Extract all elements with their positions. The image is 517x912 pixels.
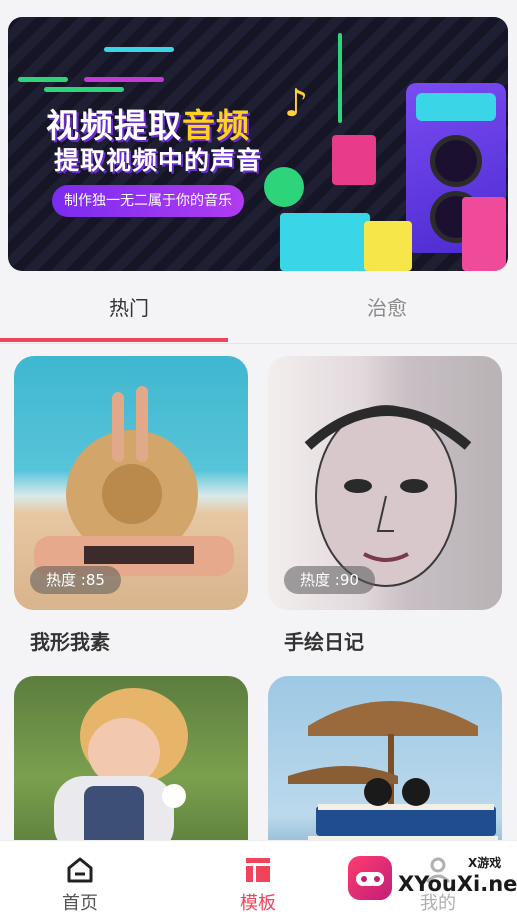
- nav-template[interactable]: 模板: [198, 841, 318, 912]
- watermark-text: XYouXi.net: [398, 872, 517, 896]
- banner-title-highlight: 音频: [182, 106, 250, 145]
- template-thumbnail-beach[interactable]: 热度 :85: [14, 356, 248, 610]
- turntable-illustration: [280, 213, 370, 271]
- home-icon: [67, 857, 93, 883]
- cube-illustration: [364, 221, 412, 271]
- nav-home[interactable]: 首页: [20, 841, 140, 912]
- guitar-illustration: [462, 197, 506, 271]
- play-panel-icon: [416, 93, 496, 121]
- neon-line-decoration: [338, 33, 342, 123]
- gamepad-logo-icon: [348, 856, 392, 900]
- promo-banner[interactable]: 视频提取音频 提取视频中的声音 制作独一无二属于你的音乐 ♪: [8, 17, 508, 271]
- music-note-icon: ♪: [284, 81, 309, 125]
- banner-area: 视频提取音频 提取视频中的声音 制作独一无二属于你的音乐 ♪: [0, 0, 517, 282]
- template-thumbnail-sketch[interactable]: 热度 :90: [268, 356, 502, 610]
- neon-line-decoration: [104, 47, 174, 52]
- neon-line-decoration: [84, 77, 164, 82]
- neon-line-decoration: [44, 87, 124, 92]
- speaker-woofer-icon: [430, 135, 482, 187]
- banner-subtitle: 提取视频中的声音: [54, 146, 263, 175]
- site-watermark: X游戏 XYouXi.net: [348, 852, 517, 904]
- active-tab-indicator: [0, 338, 228, 342]
- tab-heal[interactable]: 治愈: [258, 282, 516, 344]
- template-card[interactable]: 热度 :85 我形我素: [14, 356, 248, 654]
- template-title: 我形我素: [30, 630, 110, 654]
- heat-badge: 热度 :85: [30, 566, 121, 594]
- heat-badge: 热度 :90: [284, 566, 375, 594]
- cube-illustration: [332, 135, 376, 185]
- nav-home-label: 首页: [62, 893, 98, 912]
- template-grid: 热度 :85 我形我素 热度 :90 手绘日记: [0, 344, 517, 912]
- category-tabs: 热门 治愈: [0, 282, 517, 344]
- banner-slogan-pill: 制作独一无二属于你的音乐: [52, 185, 244, 217]
- nav-template-label: 模板: [240, 893, 276, 912]
- disc-illustration: [264, 167, 304, 207]
- template-icon: [246, 858, 270, 882]
- template-card[interactable]: 热度 :90 手绘日记: [268, 356, 502, 654]
- tab-hot[interactable]: 热门: [0, 282, 258, 344]
- template-title: 手绘日记: [284, 630, 364, 654]
- neon-line-decoration: [18, 77, 68, 82]
- banner-title: 视频提取音频: [46, 99, 250, 147]
- banner-title-main: 视频提取: [46, 106, 182, 145]
- watermark-small-text: X游戏: [468, 856, 502, 870]
